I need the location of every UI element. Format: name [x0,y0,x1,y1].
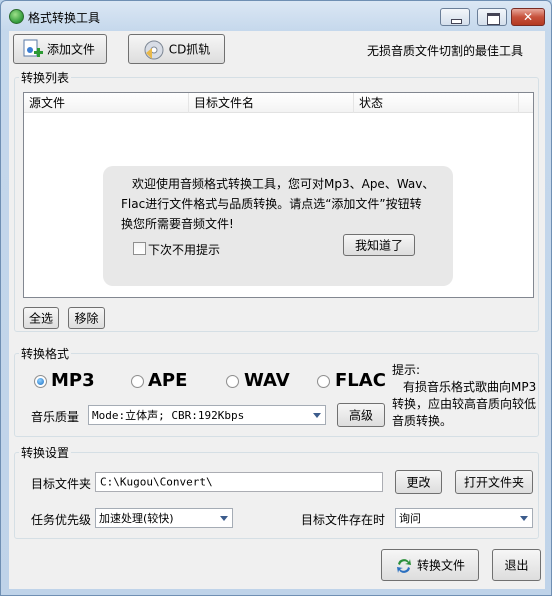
column-source-file[interactable]: 源文件 [24,93,189,113]
dont-show-label: 下次不用提示 [148,243,221,257]
maximize-button[interactable] [477,8,507,26]
convert-button[interactable]: 转换文件 [381,549,479,581]
slogan-text: 无损音质文件切割的最佳工具 [367,44,524,58]
exit-button[interactable]: 退出 [492,549,541,581]
format-group-title: 转换格式 [19,345,72,362]
select-all-label: 全选 [28,311,53,326]
convert-list-title: 转换列表 [19,69,72,86]
column-target-name[interactable]: 目标文件名 [189,93,354,113]
hint-line-1: 有损音乐格式歌曲向MP3 [403,380,537,394]
priority-value: 加速处理(较快) [99,512,174,525]
hint-line-3: 音质转换。 [392,414,453,428]
open-folder-label: 打开文件夹 [463,475,524,490]
title-bar: 格式转换工具 ✕ [1,1,551,31]
format-ape-label[interactable]: APE [148,370,187,391]
main-window: 格式转换工具 ✕ 添加文件 CD抓轨 无损音质文件切割的最佳工具 转换列表 源文… [0,0,552,596]
exists-dropdown[interactable]: 询问 [395,508,533,528]
radio-flac[interactable] [317,375,330,388]
cd-rip-button[interactable]: CD抓轨 [128,34,225,64]
remove-label: 移除 [74,311,99,326]
priority-label: 任务优先级 [31,513,92,527]
add-file-label: 添加文件 [46,42,95,57]
quality-dropdown[interactable]: Mode:立体声; CBR:192Kbps [88,405,326,425]
cd-rip-label: CD抓轨 [168,42,211,57]
welcome-line-3: 换您所需要音频文件! [121,217,234,231]
target-folder-field[interactable]: C:\Kugou\Convert\ [95,472,383,492]
minimize-button[interactable] [440,8,470,26]
radio-ape[interactable] [131,375,144,388]
add-file-button[interactable]: 添加文件 [13,34,107,64]
quality-value: Mode:立体声; CBR:192Kbps [92,409,245,422]
advanced-label: 高级 [348,408,373,423]
chevron-down-icon [520,516,528,521]
close-button[interactable]: ✕ [511,8,545,26]
priority-dropdown[interactable]: 加速处理(较快) [95,508,233,528]
hint-line-2: 转换，应由较高音质向较低 [392,397,537,411]
hint-title: 提示: [392,363,421,377]
format-flac-label[interactable]: FLAC [335,370,386,391]
advanced-button[interactable]: 高级 [337,403,385,427]
quality-label: 音乐质量 [31,410,80,424]
change-folder-button[interactable]: 更改 [395,470,442,494]
window-title: 格式转换工具 [28,11,101,25]
minimize-icon [441,9,469,25]
column-status[interactable]: 状态 [354,93,519,113]
close-icon: ✕ [522,10,534,24]
remove-button[interactable]: 移除 [68,307,105,329]
radio-mp3[interactable] [34,375,47,388]
file-list-header: 源文件 目标文件名 状态 [24,93,533,113]
app-icon [9,9,24,24]
maximize-icon [478,9,506,25]
select-all-button[interactable]: 全选 [23,307,59,329]
convert-label: 转换文件 [416,558,465,573]
got-it-label: 我知道了 [354,238,403,253]
format-wav-label[interactable]: WAV [244,370,290,391]
client-area: 添加文件 CD抓轨 无损音质文件切割的最佳工具 转换列表 源文件 目标文件名 状… [9,31,545,589]
welcome-line-1: 欢迎使用音频格式转换工具，您可对Mp3、Ape、Wav、 [132,177,435,191]
radio-wav[interactable] [226,375,239,388]
format-mp3-label[interactable]: MP3 [51,370,95,391]
file-list[interactable]: 源文件 目标文件名 状态 欢迎使用音频格式转换工具，您可对Mp3、Ape、Wav… [23,92,534,298]
change-folder-label: 更改 [406,475,431,490]
welcome-popup: 欢迎使用音频格式转换工具，您可对Mp3、Ape、Wav、 Flac进行文件格式与… [103,166,453,286]
got-it-button[interactable]: 我知道了 [343,234,415,256]
exit-label: 退出 [504,558,529,573]
settings-group-title: 转换设置 [19,444,72,461]
chevron-down-icon [220,516,228,521]
target-folder-label: 目标文件夹 [31,477,92,491]
dont-show-checkbox[interactable] [133,242,146,255]
chevron-down-icon [313,413,321,418]
open-folder-button[interactable]: 打开文件夹 [455,470,533,494]
target-folder-value: C:\Kugou\Convert\ [100,475,213,489]
welcome-line-2: Flac进行文件格式与品质转换。请点选“添加文件”按钮转 [121,197,422,211]
exists-value: 询问 [399,512,421,525]
exists-label: 目标文件存在时 [301,513,386,527]
